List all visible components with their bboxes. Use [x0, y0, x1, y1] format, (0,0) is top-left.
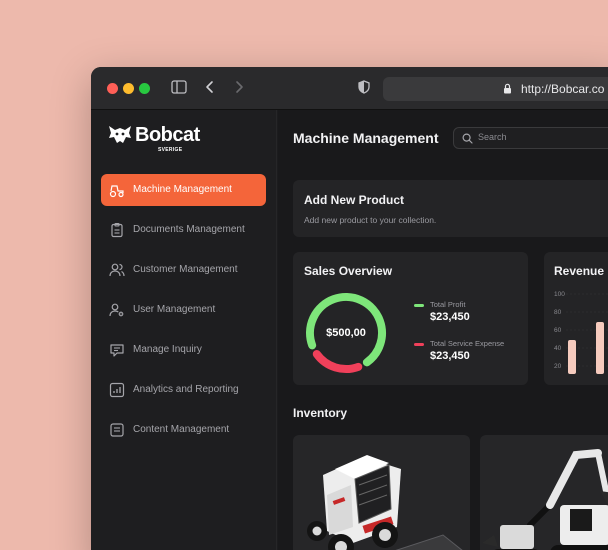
donut-center-value: $500,00: [326, 327, 366, 339]
document-icon: [110, 423, 124, 437]
legend-value: $23,450: [430, 311, 470, 323]
browser-window: http://Bobcar.co Bobcat SVERIGE Machine …: [91, 67, 608, 550]
legend-swatch: [414, 304, 424, 307]
revenue-tick-label: 40: [554, 345, 562, 352]
sales-overview-title: Sales Overview: [304, 264, 393, 278]
sidebar-item-label: Manage Inquiry: [133, 344, 202, 355]
inventory-title: Inventory: [293, 406, 348, 420]
sidebar-item-customer-management[interactable]: Customer Management: [101, 254, 266, 286]
sidebar-item-content-management[interactable]: Content Management: [101, 414, 266, 446]
sidebar-item-user-management[interactable]: User Management: [101, 294, 266, 326]
minimize-window-button[interactable]: [123, 83, 134, 94]
search-input[interactable]: Search: [453, 127, 608, 149]
bobcat-logo[interactable]: Bobcat SVERIGE: [107, 122, 207, 154]
add-product-description: Add new product to your collection.: [304, 215, 437, 225]
main-content: Machine Management Search Add New Produc…: [278, 110, 608, 550]
revenue-card: Revenue U 100 80 60 40 20: [544, 252, 608, 385]
inventory-card-excavator[interactable]: [480, 435, 608, 550]
page-title: Machine Management: [293, 130, 439, 146]
bobcat-head-icon: [109, 126, 131, 143]
legend-label: Total Profit: [430, 300, 466, 309]
back-arrow-icon[interactable]: [205, 80, 215, 94]
sidebar-item-analytics-and-reporting[interactable]: Analytics and Reporting: [101, 374, 266, 406]
sidebar-item-label: Machine Management: [133, 184, 232, 195]
close-window-button[interactable]: [107, 83, 118, 94]
clipboard-icon: [111, 222, 123, 238]
brand-name: Bobcat: [135, 124, 200, 146]
sidebar-item-label: Documents Management: [133, 224, 245, 235]
app-shell: Bobcat SVERIGE Machine Management Docume…: [91, 110, 608, 550]
skid-steer-loader-image: [307, 455, 463, 550]
browser-titlebar: http://Bobcar.co: [91, 67, 608, 110]
excavator-image: [482, 449, 608, 550]
forward-arrow-icon[interactable]: [234, 80, 244, 94]
revenue-bar: [568, 340, 576, 374]
sidebar-item-manage-inquiry[interactable]: Manage Inquiry: [101, 334, 266, 366]
inventory-card-skid-steer[interactable]: [293, 435, 470, 550]
maximize-window-button[interactable]: [139, 83, 150, 94]
url-text: http://Bobcar.co: [521, 82, 605, 96]
legend-swatch: [414, 343, 424, 346]
brand-sub: SVERIGE: [158, 147, 183, 153]
revenue-bar: [596, 322, 604, 374]
lock-icon: [504, 83, 511, 94]
revenue-chart: 100 80 60 40 20: [554, 291, 608, 374]
legend-value: $23,450: [430, 350, 470, 362]
revenue-tick-label: 60: [554, 327, 562, 334]
revenue-title: Revenue U: [554, 264, 608, 278]
users-icon: [109, 263, 125, 277]
legend-label: Total Service Expense: [430, 339, 505, 348]
chart-icon: [109, 382, 125, 398]
tractor-icon: [109, 185, 124, 198]
shield-icon[interactable]: [358, 80, 370, 94]
sidebar-item-label: User Management: [133, 304, 216, 315]
revenue-tick-label: 100: [554, 291, 565, 298]
chat-icon: [110, 344, 124, 357]
revenue-tick-label: 80: [554, 309, 562, 316]
search-placeholder: Search: [478, 132, 507, 142]
sidebar-item-machine-management[interactable]: Machine Management: [101, 174, 266, 206]
sidebar: Bobcat SVERIGE Machine Management Docume…: [91, 110, 277, 550]
add-product-title: Add New Product: [304, 193, 405, 207]
sidebar-item-documents-management[interactable]: Documents Management: [101, 214, 266, 246]
sales-overview-card: Sales Overview $500,00 Total Profit $23,…: [293, 252, 528, 385]
sidebar-toggle-icon[interactable]: [171, 80, 187, 94]
revenue-tick-label: 20: [554, 363, 562, 370]
user-gear-icon: [109, 303, 124, 317]
address-bar[interactable]: http://Bobcar.co: [383, 77, 608, 101]
sidebar-item-label: Analytics and Reporting: [133, 384, 239, 395]
sidebar-item-label: Customer Management: [133, 264, 238, 275]
sidebar-item-label: Content Management: [133, 424, 230, 435]
add-new-product-card[interactable]: Add New Product Add new product to your …: [293, 180, 608, 237]
search-icon: [462, 133, 473, 144]
